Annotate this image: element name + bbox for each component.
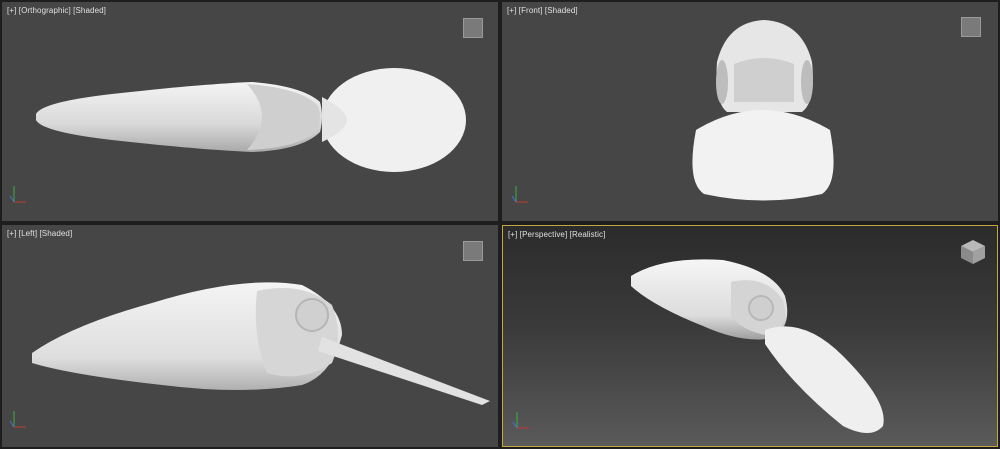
lure-model-side <box>32 282 490 405</box>
axis-tripod-icon <box>9 411 26 428</box>
viewport-front[interactable]: [+] [Front] [Shaded] <box>502 2 998 221</box>
viewport-perspective[interactable]: [+] [Perspective] [Realistic] <box>502 225 998 447</box>
lure-model-front <box>692 20 834 201</box>
viewport-orthographic[interactable]: [+] [Orthographic] [Shaded] <box>2 2 498 221</box>
axis-tripod-icon <box>9 186 26 203</box>
viewport-left[interactable]: [+] [Left] [Shaded] <box>2 225 498 447</box>
lure-model-top <box>36 68 466 172</box>
viewport-layout: [+] [Orthographic] [Shaded] [+] [Front] <box>0 0 1000 449</box>
axis-tripod-icon <box>512 412 529 429</box>
axis-tripod-icon <box>511 186 528 203</box>
lure-model-perspective <box>631 259 884 433</box>
